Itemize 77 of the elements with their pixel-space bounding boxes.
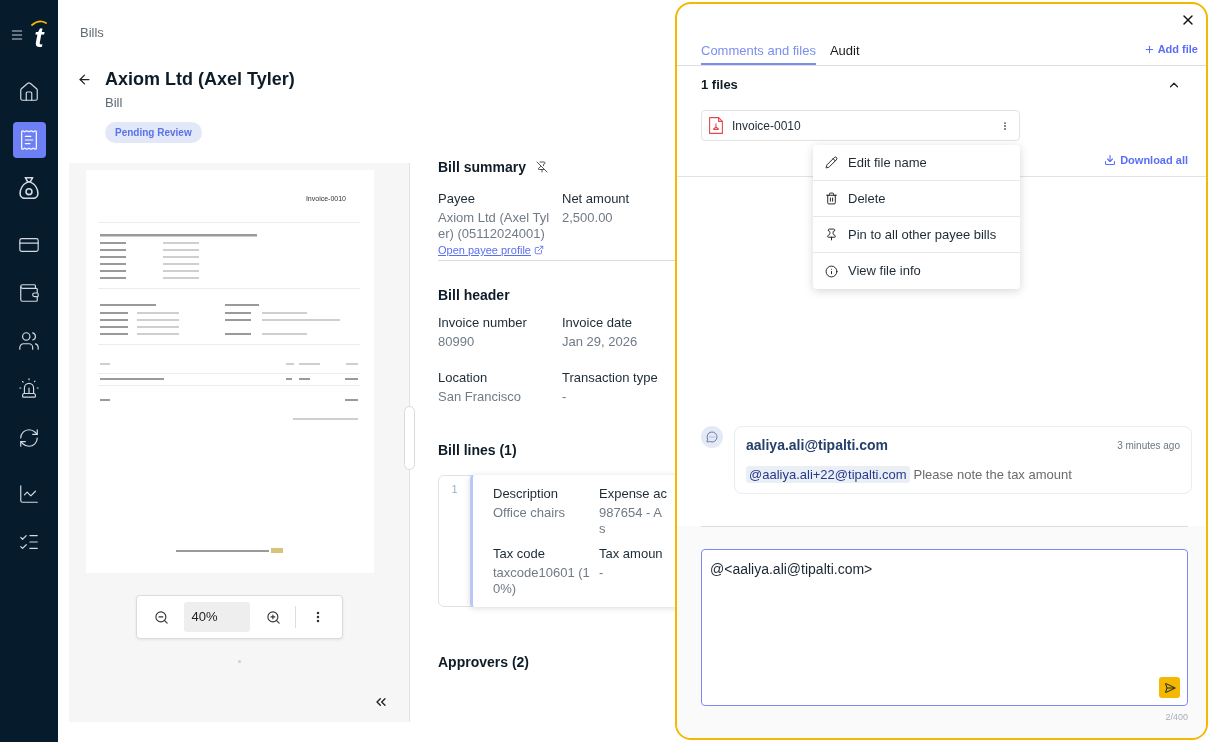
section-title: Bill header — [438, 286, 510, 305]
pencil-icon — [825, 156, 838, 169]
menu-item[interactable]: Delete — [813, 181, 1020, 217]
menu-icon — [10, 28, 24, 42]
pin-icon — [825, 228, 838, 241]
field-value: - — [562, 389, 567, 405]
logo: t — [30, 19, 48, 51]
field-label: Tax amoun — [599, 546, 663, 562]
back-button[interactable] — [77, 72, 92, 87]
add-file-button[interactable]: Add file — [1143, 41, 1198, 57]
field-label: Invoice number — [438, 315, 527, 331]
field-label: Location — [438, 370, 488, 386]
menu-item[interactable]: View file info — [813, 253, 1020, 289]
field-label: Description — [493, 486, 559, 502]
field-value: - — [599, 565, 604, 581]
field-value: 2,500.00 — [562, 210, 613, 226]
comment-text: Please note the tax amount — [913, 466, 1072, 483]
field-value: taxcode10601 (10%) — [493, 565, 591, 597]
menu-item[interactable]: Edit file name — [813, 145, 1020, 181]
field-label: Invoice date — [562, 315, 633, 331]
comment-author: aaliya.ali@tipalti.com — [746, 436, 889, 454]
comment-time: 3 minutes ago — [1117, 438, 1180, 453]
house-icon — [18, 81, 40, 103]
field-value: Office chairs — [493, 505, 565, 521]
pin-off-icon — [535, 161, 548, 173]
menu-button[interactable] — [10, 28, 24, 42]
receipt-icon — [18, 129, 40, 151]
line-chart-icon — [18, 483, 40, 505]
download-all-button[interactable]: Download all — [1104, 152, 1188, 168]
zoom-out-icon — [153, 609, 169, 625]
character-counter: 2/400 — [1165, 711, 1188, 723]
zoom-in-button[interactable] — [265, 609, 281, 625]
page-title: Axiom Ltd (Axel Tyler) — [105, 68, 295, 91]
section-title: Approvers (2) — [438, 653, 530, 672]
resize-handle[interactable] — [404, 406, 415, 470]
field-value: 987654 - A s — [599, 505, 662, 537]
files-count: 1 files — [701, 77, 738, 93]
tab[interactable]: Audit — [829, 43, 860, 65]
users-icon — [18, 330, 40, 352]
line-number: 1 — [451, 482, 458, 497]
info-icon — [825, 264, 838, 278]
chat-avatar-icon — [701, 426, 723, 448]
field-label: Expense ac — [599, 486, 667, 502]
wallet-icon — [18, 282, 40, 304]
status-badge: Pending Review — [105, 122, 202, 143]
menu-item[interactable]: Pin to all other payee bills — [813, 217, 1020, 253]
field-label: Net amount — [562, 191, 630, 207]
file-card[interactable]: Invoice-0010 — [701, 110, 1020, 141]
field-label: Transaction type — [562, 370, 658, 386]
nav-item[interactable] — [12, 122, 46, 158]
plus-icon — [1143, 43, 1155, 55]
field-value: San Francisco — [438, 389, 522, 405]
section-title: Bill lines (1) — [438, 441, 517, 460]
zoom-in-icon — [265, 609, 281, 625]
send-button[interactable] — [1159, 677, 1180, 698]
comment-input-field[interactable]: @<aaliya.ali@tipalti.com> — [701, 549, 1188, 706]
mention-chip: @aaliya.ali+22@tipalti.com — [746, 466, 910, 483]
zoom-level-field[interactable]: 40% — [183, 602, 250, 632]
money-bag-icon — [18, 177, 40, 199]
breadcrumb[interactable]: Bills — [80, 25, 104, 40]
siren-icon — [18, 377, 40, 399]
section-title: Bill summary — [438, 158, 526, 177]
field-label: Tax code — [493, 546, 546, 562]
send-icon — [1163, 681, 1176, 694]
field-label: Payee — [438, 191, 475, 207]
field-value: Axiom Ltd (Axel Tyler) (05112024001) — [438, 210, 550, 242]
payee-profile-link[interactable]: Open payee profile — [438, 243, 544, 257]
file-name: Invoice-0010 — [732, 117, 801, 135]
zoom-out-button[interactable] — [153, 609, 169, 625]
download-icon — [1104, 154, 1117, 166]
external-link-icon — [533, 245, 544, 255]
refresh-icon — [18, 427, 40, 449]
page-subtitle: Bill — [105, 95, 123, 111]
field-value: Jan 29, 2026 — [562, 334, 638, 350]
pdf-file-icon — [709, 117, 723, 134]
trash-icon — [825, 192, 838, 205]
field-value: 80990 — [438, 334, 475, 350]
